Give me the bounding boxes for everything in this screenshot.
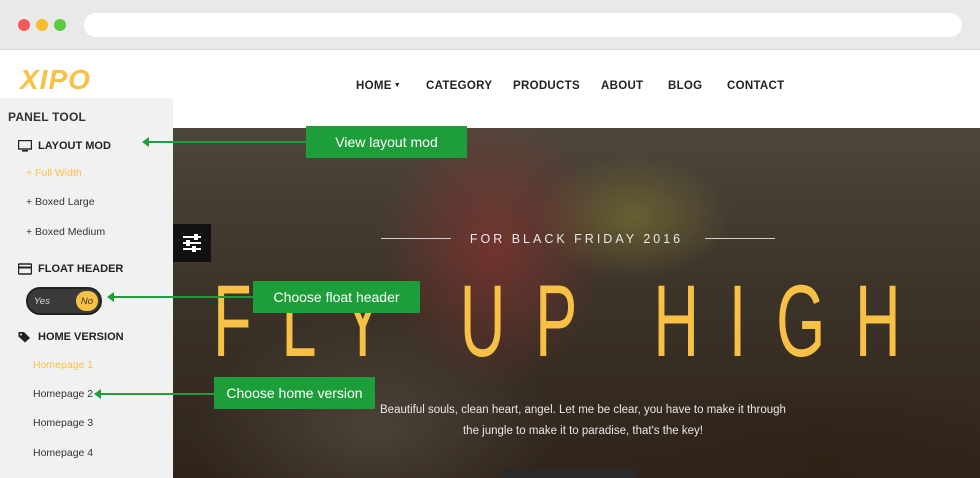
home-option-2[interactable]: Homepage 2 (33, 388, 93, 400)
close-window-button[interactable] (18, 19, 30, 31)
home-version-heading: HOME VERSION (18, 331, 124, 343)
toggle-no-label: No (80, 296, 93, 307)
nav-item-products[interactable]: PRODUCTS (513, 80, 580, 92)
layout-option-boxed-large[interactable]: + Boxed Large (26, 196, 95, 208)
tags-icon (18, 332, 30, 343)
home-option-1[interactable]: Homepage 1 (33, 359, 93, 371)
browser-toolbar (0, 0, 980, 50)
nav-item-home[interactable]: HOME ▼ (356, 80, 401, 92)
nav-item-blog[interactable]: BLOG (668, 80, 702, 92)
hero-description-line-1: Beautiful souls, clean heart, angel. Let… (380, 404, 786, 416)
nav-item-about[interactable]: ABOUT (601, 80, 643, 92)
arrow-home (94, 389, 216, 399)
arrow-layout (142, 137, 308, 147)
caret-down-icon: ▼ (393, 82, 401, 89)
layout-option-boxed-medium[interactable]: + Boxed Medium (26, 226, 105, 238)
layout-option-full-width[interactable]: + Full Width (26, 167, 82, 179)
layout-mod-heading: LAYOUT MOD (18, 140, 111, 152)
hero-description-line-2: the jungle to make it to paradise, that'… (462, 425, 703, 437)
layout-mod-label: LAYOUT MOD (38, 140, 111, 152)
hero-divider-right (705, 238, 775, 239)
nav-label-home: HOME (356, 80, 392, 92)
callout-view-layout: View layout mod (306, 126, 467, 158)
hero-description: Beautiful souls, clean heart, angel. Let… (353, 400, 813, 442)
panel-tool: PANEL TOOL LAYOUT MOD + Full Width + Box… (0, 98, 173, 478)
callout-float-header: Choose float header (253, 281, 420, 313)
maximize-window-button[interactable] (54, 19, 66, 31)
callout-home-version: Choose home version (214, 377, 375, 409)
home-option-3[interactable]: Homepage 3 (33, 417, 93, 429)
main-nav: HOME ▼ CATEGORY PRODUCTS ABOUT BLOG CONTA… (0, 80, 980, 94)
float-header-label: FLOAT HEADER (38, 263, 124, 275)
panel-toggle-button[interactable] (173, 224, 211, 262)
minimize-window-button[interactable] (36, 19, 48, 31)
float-header-heading: FLOAT HEADER (18, 263, 123, 275)
address-bar[interactable] (84, 13, 962, 37)
nav-item-category[interactable]: CATEGORY (426, 80, 492, 92)
sliders-icon (183, 234, 201, 252)
hero-cta-button[interactable] (503, 469, 637, 478)
home-option-4[interactable]: Homepage 4 (33, 447, 93, 459)
hero-subtitle: FOR BLACK FRIDAY 2016 (469, 232, 684, 246)
monitor-icon (18, 140, 32, 152)
card-icon (18, 263, 32, 275)
toggle-yes-label: Yes (34, 296, 50, 307)
float-header-toggle[interactable]: Yes No (26, 287, 102, 315)
home-version-label: HOME VERSION (38, 331, 124, 343)
arrow-float (107, 292, 255, 302)
panel-title: PANEL TOOL (8, 110, 87, 124)
nav-item-contact[interactable]: CONTACT (727, 80, 784, 92)
